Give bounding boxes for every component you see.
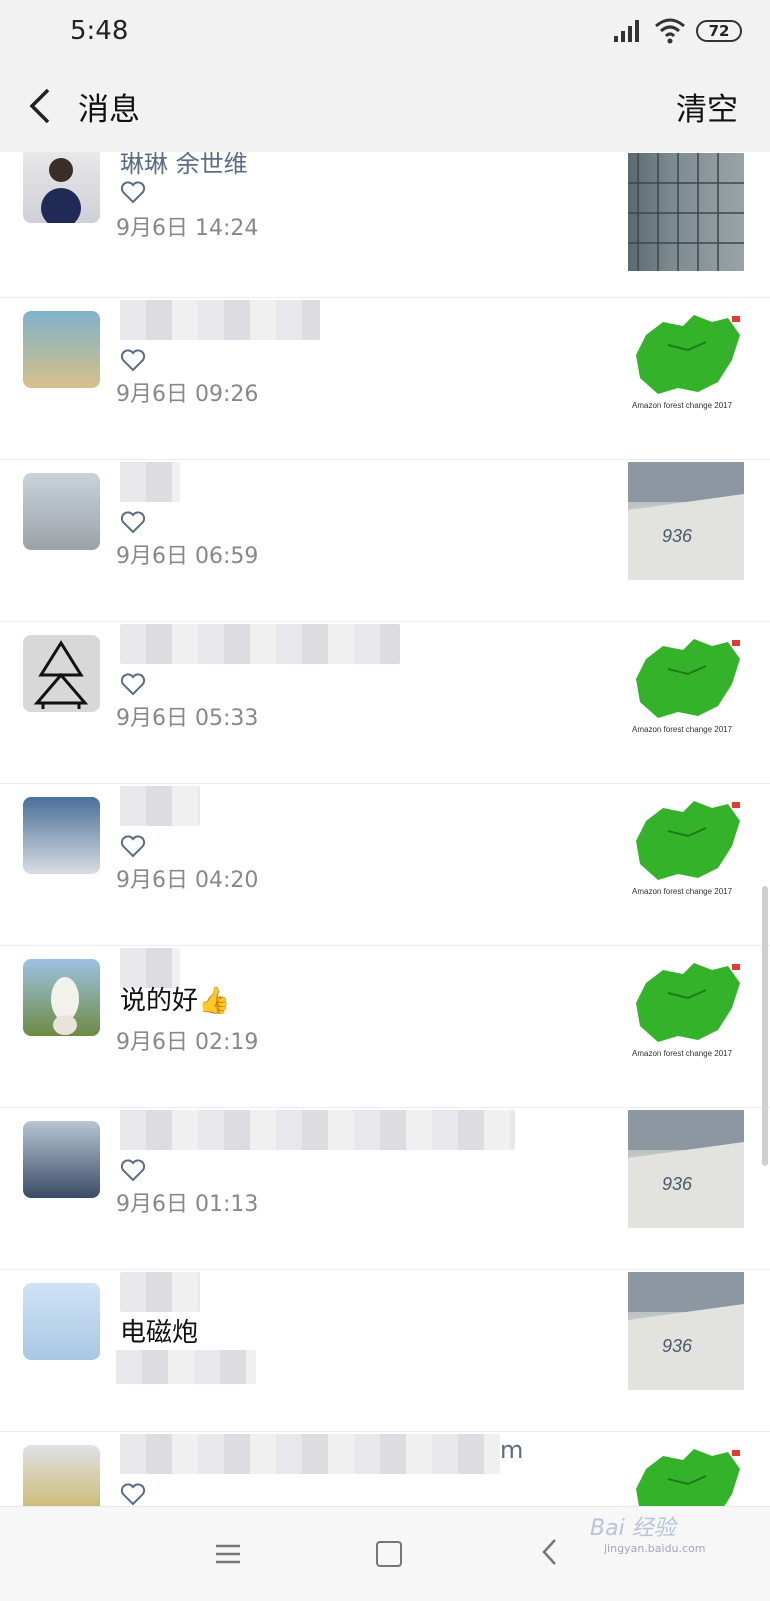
ship-thumbnail[interactable]: 936 bbox=[628, 1272, 744, 1390]
message-time: 9月6日 01:13 bbox=[116, 1192, 259, 1217]
heart-icon bbox=[120, 835, 146, 858]
svg-text:Amazon forest change 2017: Amazon forest change 2017 bbox=[632, 887, 733, 896]
message-text: 说的好👍 bbox=[120, 986, 231, 1016]
map-thumbnail[interactable]: Amazon forest change 2017 bbox=[628, 786, 744, 904]
page-title: 消息 bbox=[78, 92, 140, 128]
svg-text:Amazon forest change 2017: Amazon forest change 2017 bbox=[632, 1049, 733, 1058]
forest-map-icon: Amazon forest change 2017 bbox=[632, 315, 740, 410]
wifi-icon bbox=[655, 18, 685, 44]
status-bar: 5:48 72 bbox=[0, 0, 770, 64]
avatar bbox=[23, 311, 100, 388]
menu-icon[interactable] bbox=[216, 1543, 240, 1565]
heart-icon bbox=[120, 1483, 146, 1506]
back-icon[interactable] bbox=[22, 84, 58, 128]
sender-name bbox=[120, 624, 400, 664]
ship-thumbnail[interactable]: 936 bbox=[628, 1110, 744, 1228]
forest-map-icon: Amazon forest change 2017 bbox=[636, 1449, 740, 1506]
svg-text:936: 936 bbox=[662, 526, 693, 546]
message-time: 9月6日 06:59 bbox=[116, 544, 259, 569]
message-time bbox=[116, 1350, 256, 1384]
message-time: 9月6日 04:20 bbox=[116, 868, 259, 893]
message-time: 9月6日 09:26 bbox=[116, 382, 259, 407]
forest-map-icon: Amazon forest change 2017 bbox=[632, 963, 740, 1058]
clear-button[interactable]: 清空 bbox=[676, 84, 738, 129]
building-thumbnail[interactable] bbox=[628, 153, 744, 271]
sender-name: m bbox=[500, 1436, 524, 1464]
ship-icon: 936 bbox=[628, 1272, 744, 1390]
message-time: 9月6日 05:33 bbox=[116, 706, 259, 731]
status-time: 5:48 bbox=[70, 16, 129, 46]
svg-text:936: 936 bbox=[662, 1174, 693, 1194]
sender-name bbox=[120, 462, 180, 502]
avatar bbox=[23, 1121, 100, 1198]
list-item[interactable]: 9月6日 01:13 936 bbox=[0, 1108, 770, 1270]
list-item[interactable]: 9月6日 06:59 936 bbox=[0, 460, 770, 622]
svg-text:Amazon forest change 2017: Amazon forest change 2017 bbox=[632, 401, 733, 410]
watermark-brand: Bai 经验 bbox=[590, 1516, 676, 1541]
avatar bbox=[23, 473, 100, 550]
header: 消息 清空 bbox=[0, 64, 770, 152]
svg-text:Amazon forest change 2017: Amazon forest change 2017 bbox=[632, 725, 733, 734]
list-item[interactable]: 9月6日 09:26 Amazon forest change 2017 bbox=[0, 298, 770, 460]
avatar bbox=[23, 635, 100, 712]
list-item[interactable]: 9月6日 05:33 Amazon forest change 2017 bbox=[0, 622, 770, 784]
forest-map-icon: Amazon forest change 2017 bbox=[632, 639, 740, 734]
back-nav-icon[interactable] bbox=[540, 1537, 560, 1567]
home-icon[interactable] bbox=[376, 1541, 402, 1567]
avatar bbox=[23, 959, 100, 1036]
map-thumbnail[interactable]: Amazon forest change 2017 bbox=[628, 300, 744, 418]
battery-icon: 72 bbox=[696, 20, 742, 42]
forest-map-icon: Amazon forest change 2017 bbox=[632, 801, 740, 896]
sender-name bbox=[120, 300, 320, 340]
scrollbar[interactable] bbox=[762, 886, 768, 1166]
message-text: 电磁炮 bbox=[120, 1318, 199, 1348]
sender-name bbox=[120, 1110, 515, 1150]
ship-thumbnail[interactable]: 936 bbox=[628, 462, 744, 580]
avatar bbox=[23, 1445, 100, 1506]
watermark-url: jingyan.baidu.com bbox=[604, 1542, 706, 1555]
list-item[interactable]: 9月6日 04:20 Amazon forest change 2017 bbox=[0, 784, 770, 946]
list-item[interactable]: m Amazon forest change 2017 bbox=[0, 1432, 770, 1506]
list-item[interactable]: 琳琳 余世维 9月6日 14:24 bbox=[0, 152, 770, 298]
heart-icon bbox=[120, 673, 146, 696]
map-thumbnail[interactable]: Amazon forest change 2017 bbox=[628, 948, 744, 1066]
map-thumbnail[interactable]: Amazon forest change 2017 bbox=[628, 624, 744, 742]
heart-icon bbox=[120, 181, 146, 204]
message-time: 9月6日 14:24 bbox=[116, 216, 259, 241]
avatar bbox=[23, 152, 100, 223]
heart-icon bbox=[120, 511, 146, 534]
list-item[interactable]: 说的好👍 9月6日 02:19 Amazon forest change 201… bbox=[0, 946, 770, 1108]
signal-icon bbox=[614, 20, 639, 42]
ship-icon: 936 bbox=[628, 1110, 744, 1228]
heart-icon bbox=[120, 349, 146, 372]
svg-text:936: 936 bbox=[662, 1336, 693, 1356]
sender-name bbox=[120, 1272, 200, 1312]
ship-icon: 936 bbox=[628, 462, 744, 580]
sender-name bbox=[120, 786, 200, 826]
list-item[interactable]: 电磁炮 936 bbox=[0, 1270, 770, 1432]
blurred-name bbox=[120, 1434, 500, 1474]
message-list: 琳琳 余世维 9月6日 14:24 9月6日 09:26 Amazon fore… bbox=[0, 152, 770, 1506]
watermark: Bai 经验 jingyan.baidu.com bbox=[590, 1510, 706, 1555]
heart-icon bbox=[120, 1159, 146, 1182]
avatar bbox=[23, 1283, 100, 1360]
map-thumbnail[interactable]: Amazon forest change 2017 bbox=[628, 1434, 744, 1506]
message-time: 9月6日 02:19 bbox=[116, 1030, 259, 1055]
avatar bbox=[23, 797, 100, 874]
